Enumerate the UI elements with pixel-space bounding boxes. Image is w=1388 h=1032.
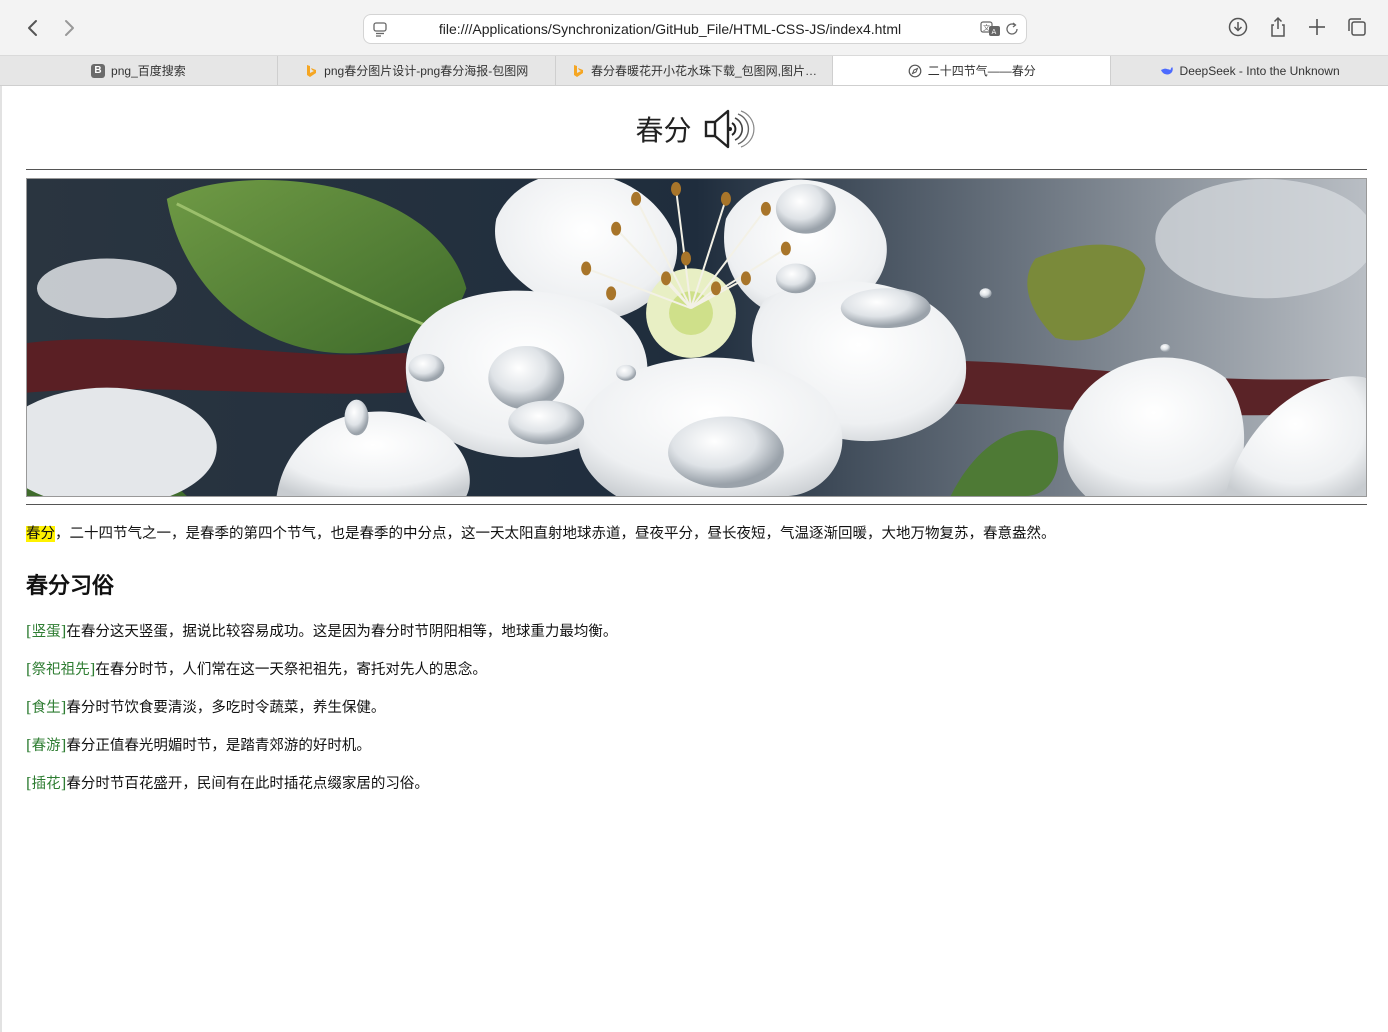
custom-text: 在春分这天竖蛋，据说比较容易成功。这是因为春分时节阴阳相等，地球重力最均衡。 <box>66 624 618 640</box>
plus-icon <box>1309 19 1325 35</box>
highlighted-term: 春分 <box>26 526 55 542</box>
tab-overview-button[interactable] <box>1345 15 1369 39</box>
tabs-overview-icon <box>1348 18 1366 36</box>
tab-chunfen[interactable]: 二十四节气——春分 <box>833 56 1112 85</box>
share-icon <box>1271 16 1285 37</box>
custom-text: 春分时节饮食要清淡，多吃时令蔬菜，养生保健。 <box>66 700 386 716</box>
new-tab-button[interactable] <box>1305 15 1329 39</box>
downloads-button[interactable] <box>1226 15 1250 39</box>
customs-heading: 春分习俗 <box>26 573 115 599</box>
browser-toolbar: file:///Applications/Synchronization/Git… <box>0 0 1388 56</box>
page-title: 春分 <box>635 114 692 147</box>
reload-icon[interactable] <box>1004 21 1020 37</box>
custom-tag: [食生] <box>26 700 67 716</box>
tab-baotu-download[interactable]: 春分春暖花开小花水珠下载_包图网,图片… <box>556 56 834 85</box>
divider-bottom <box>26 504 1367 505</box>
tab-label: 二十四节气——春分 <box>927 64 1036 78</box>
blossom-illustration <box>27 179 1366 496</box>
page-content: 春分 春分，二十四节气之一，是春季的第四个节气，也是春季的中分点，这一天太阳直射… <box>0 86 1388 1032</box>
divider-top <box>26 169 1367 170</box>
tab-bar: B png_百度搜索 png春分图片设计-png春分海报-包图网 春分春暖花开小… <box>0 56 1388 86</box>
deepseek-icon <box>1160 64 1174 78</box>
chevron-left-icon <box>28 20 37 36</box>
custom-text: 春分正值春光明媚时节，是踏青郊游的好时机。 <box>66 738 371 754</box>
intro-text: ，二十四节气之一，是春季的第四个节气，也是春季的中分点，这一天太阳直射地球赤道，… <box>55 526 1056 542</box>
custom-text: 在春分时节，人们常在这一天祭祀祖先，寄托对先人的思念。 <box>95 662 487 678</box>
url-text[interactable]: file:///Applications/Synchronization/Git… <box>404 21 936 37</box>
custom-tag: [春游] <box>26 738 67 754</box>
bing-icon <box>571 64 585 78</box>
forward-button[interactable] <box>55 14 83 42</box>
custom-tag: [插花] <box>26 776 67 792</box>
tab-baidu-search[interactable]: B png_百度搜索 <box>0 56 278 85</box>
intro-paragraph: 春分，二十四节气之一，是春季的第四个节气，也是春季的中分点，这一天太阳直射地球赤… <box>26 522 1367 546</box>
list-item: [食生]春分时节饮食要清淡，多吃时令蔬菜，养生保健。 <box>26 697 385 719</box>
download-icon <box>1228 17 1248 37</box>
svg-text:A: A <box>992 28 997 36</box>
list-item: [春游]春分正值春光明媚时节，是踏青郊游的好时机。 <box>26 735 371 757</box>
list-item: [祭祀祖先]在春分时节，人们常在这一天祭祀祖先，寄托对先人的思念。 <box>26 659 487 681</box>
translate-icon[interactable]: 文 A <box>980 21 1002 37</box>
list-item: [插花]春分时节百花盛开，民间有在此时插花点缀家居的习俗。 <box>26 773 429 795</box>
bing-icon <box>304 64 318 78</box>
tab-label: 春分春暖花开小花水珠下载_包图网,图片… <box>590 64 817 78</box>
page-header: 春分 <box>26 104 1367 154</box>
b-icon: B <box>91 63 106 78</box>
chevron-right-icon <box>65 20 74 36</box>
reader-icon[interactable] <box>372 21 388 37</box>
share-button[interactable] <box>1266 15 1290 39</box>
tab-deepseek[interactable]: DeepSeek - Into the Unknown <box>1111 56 1388 85</box>
list-item: [竖蛋]在春分这天竖蛋，据说比较容易成功。这是因为春分时节阴阳相等，地球重力最均… <box>26 621 617 643</box>
custom-tag: [祭祀祖先] <box>26 662 96 678</box>
hero-image-blossom <box>26 178 1367 497</box>
tab-label: png春分图片设计-png春分海报-包图网 <box>324 64 529 78</box>
custom-tag: [竖蛋] <box>26 624 67 640</box>
speaker-icon[interactable] <box>702 106 758 152</box>
address-bar[interactable]: file:///Applications/Synchronization/Git… <box>363 14 1027 44</box>
compass-icon <box>908 64 922 78</box>
tab-label: DeepSeek - Into the Unknown <box>1179 63 1340 78</box>
svg-text:文: 文 <box>983 23 990 32</box>
tab-baotu-design[interactable]: png春分图片设计-png春分海报-包图网 <box>278 56 556 85</box>
custom-text: 春分时节百花盛开，民间有在此时插花点缀家居的习俗。 <box>66 776 429 792</box>
back-button[interactable] <box>19 14 47 42</box>
tab-label: png_百度搜索 <box>111 64 186 78</box>
